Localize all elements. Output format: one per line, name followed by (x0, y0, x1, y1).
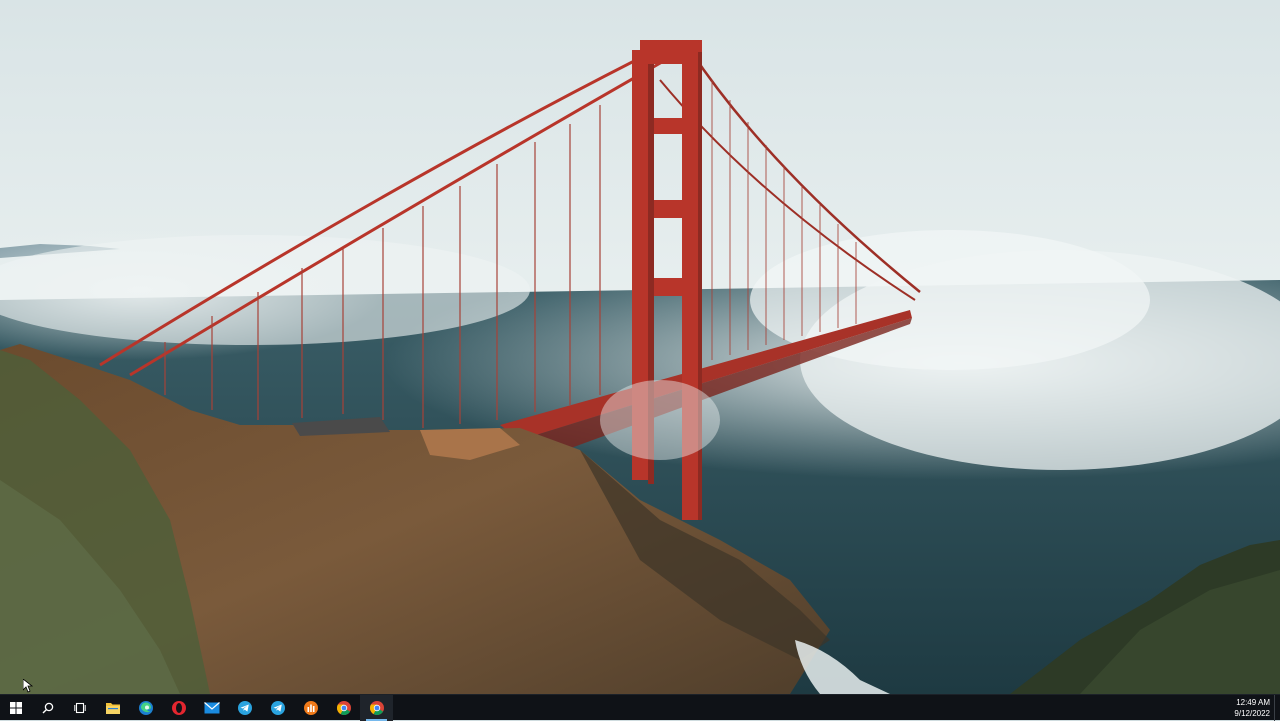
windows-logo-icon (10, 701, 22, 714)
system-clock[interactable]: 12:49 AM 9/12/2022 (1220, 695, 1274, 721)
search-icon (42, 702, 54, 713)
opera-icon (171, 700, 186, 715)
chrome-icon (336, 700, 351, 715)
mail-icon (203, 701, 220, 713)
task-view-icon (74, 702, 86, 713)
telegram-icon (270, 700, 285, 715)
taskbar-app-telegram-1[interactable] (228, 695, 261, 721)
taskbar-app-file-explorer[interactable] (96, 695, 129, 721)
clock-time: 12:49 AM (1236, 697, 1270, 707)
chrome-icon (369, 700, 384, 715)
telegram-icon (237, 700, 252, 715)
task-view-button[interactable] (64, 695, 96, 721)
start-button[interactable] (0, 695, 32, 721)
search-button[interactable] (32, 695, 64, 721)
desktop-wallpaper (0, 0, 1280, 694)
mouse-pointer-icon (23, 679, 33, 693)
taskbar-app-chart[interactable] (294, 695, 327, 721)
orange-chart-icon (303, 700, 318, 715)
wallpaper-image (0, 0, 1280, 694)
taskbar: 12:49 AM 9/12/2022 (0, 694, 1280, 721)
taskbar-app-mail[interactable] (195, 695, 228, 721)
taskbar-app-opera[interactable] (162, 695, 195, 721)
show-desktop-button[interactable] (1274, 694, 1280, 721)
taskbar-app-chrome-1[interactable] (327, 695, 360, 721)
taskbar-app-chrome-2[interactable] (360, 694, 393, 721)
taskbar-app-edge[interactable] (129, 695, 162, 721)
folder-icon (105, 702, 120, 714)
taskbar-app-telegram-2[interactable] (261, 695, 294, 721)
edge-icon (138, 700, 153, 715)
clock-date: 9/12/2022 (1234, 708, 1270, 718)
